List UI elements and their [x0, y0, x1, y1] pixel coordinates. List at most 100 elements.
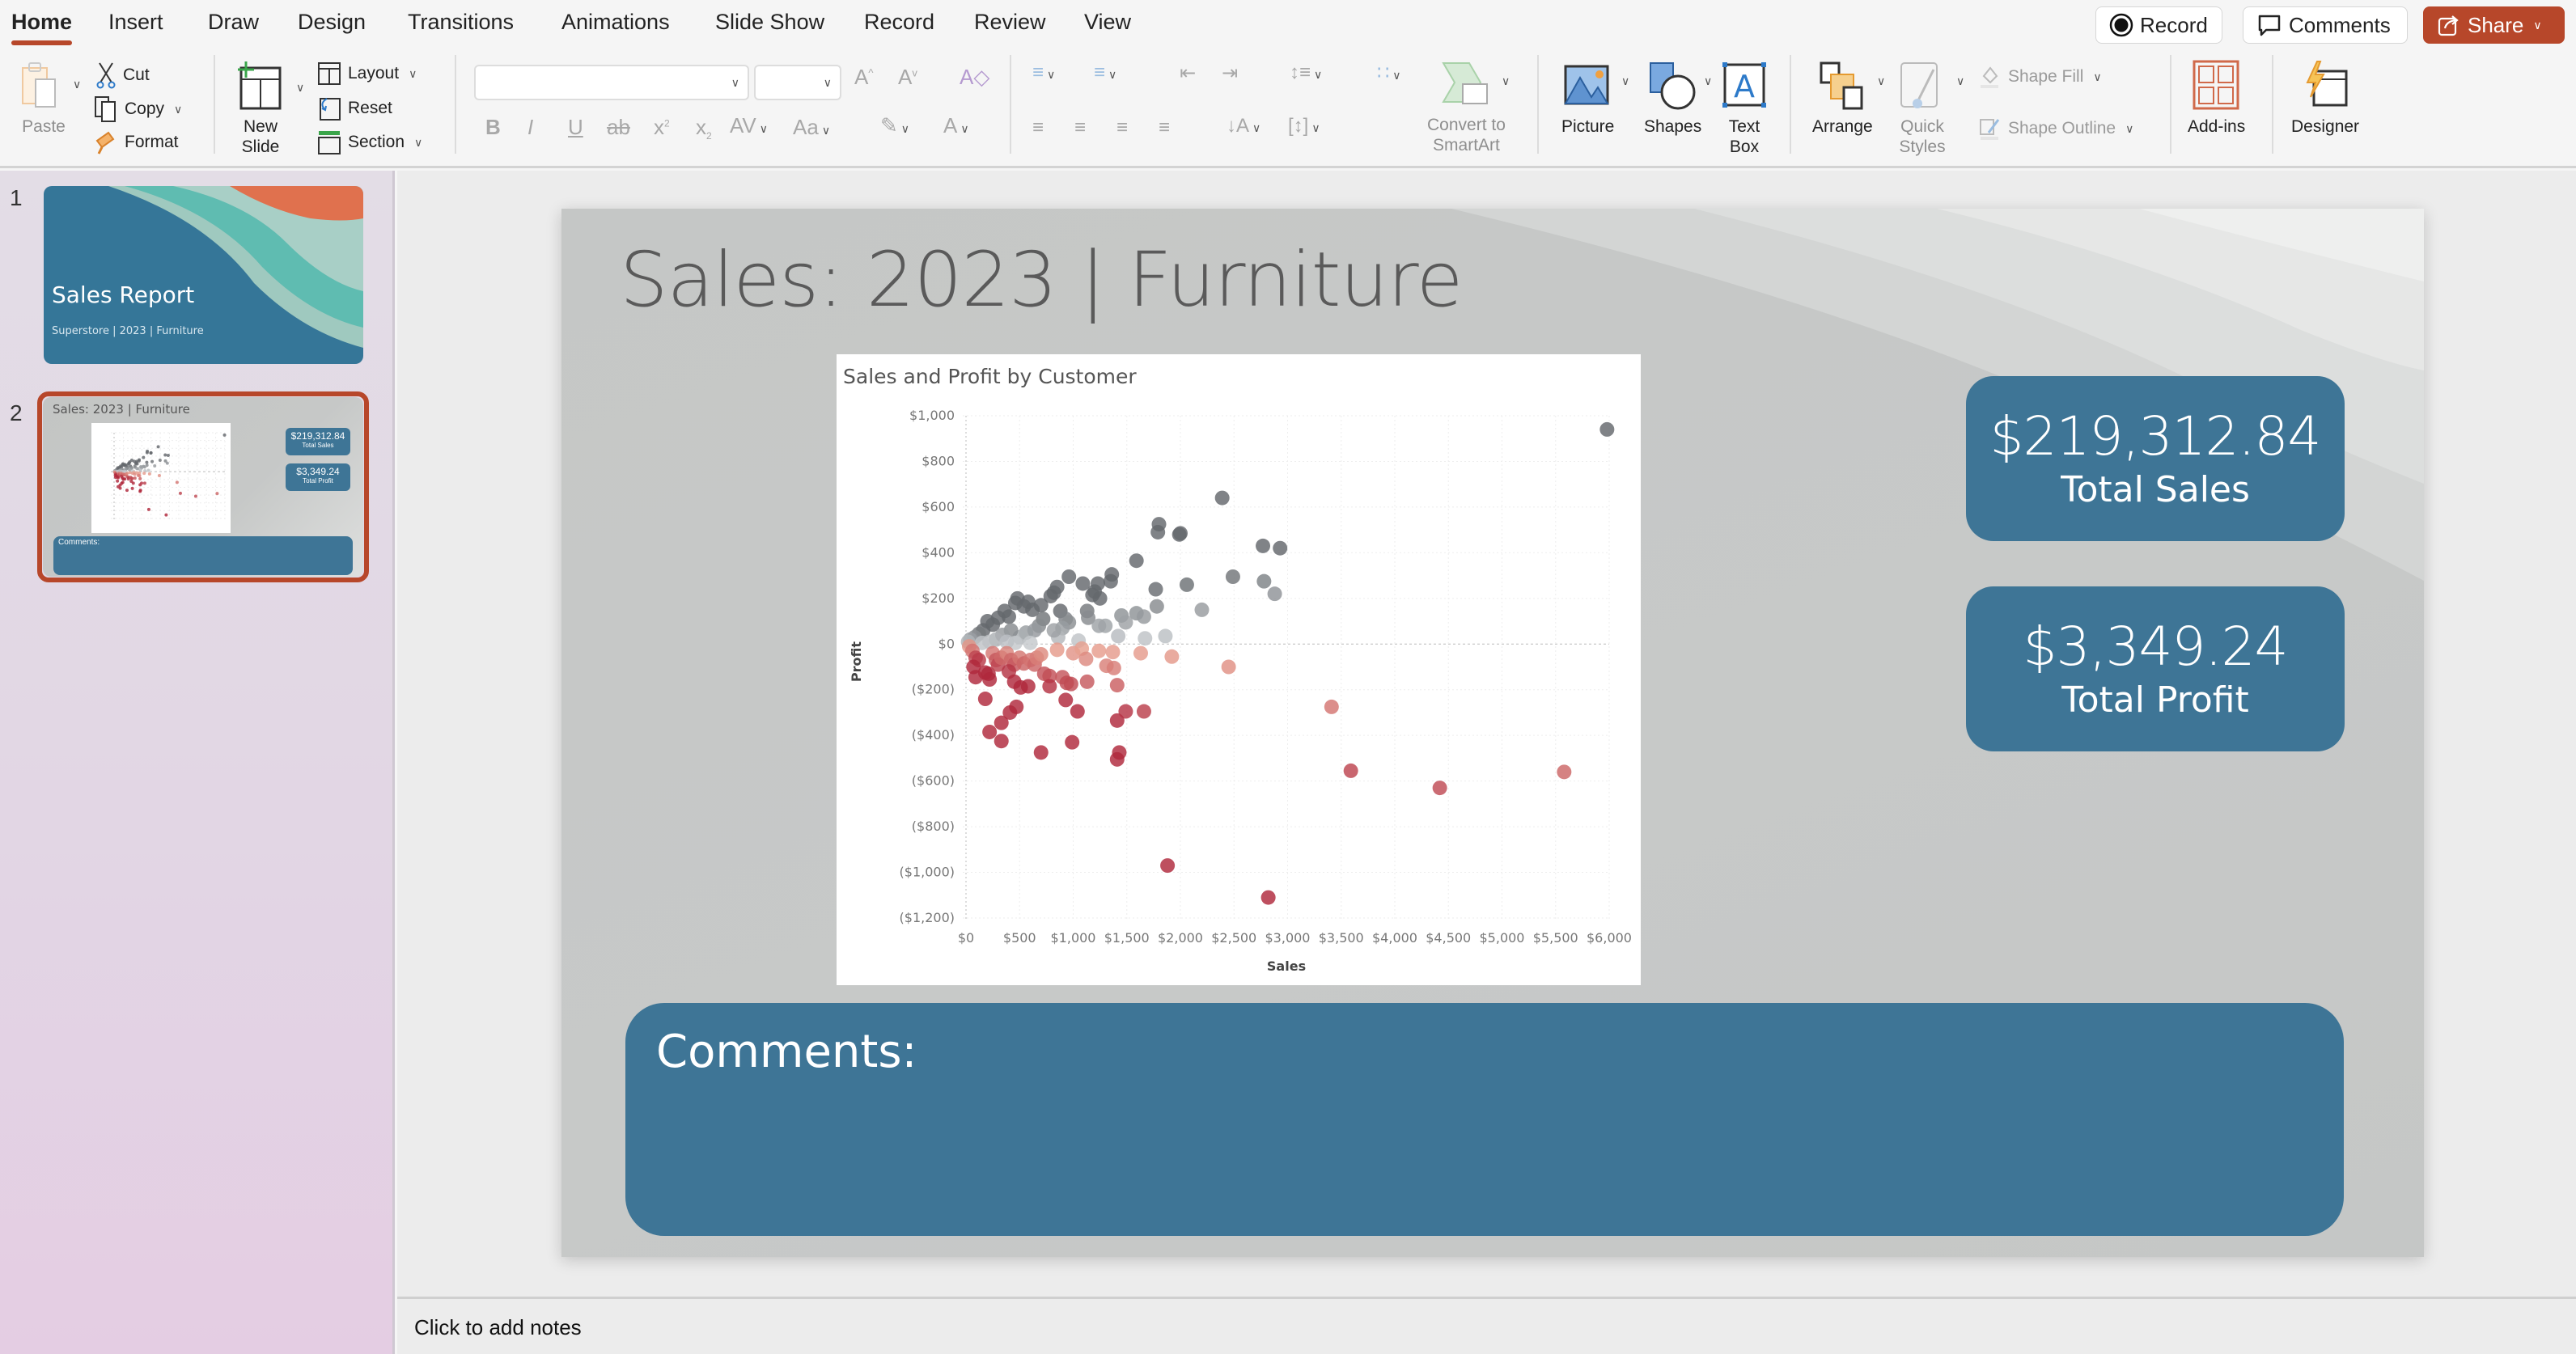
scatter-point[interactable]	[158, 458, 162, 462]
scatter-point[interactable]	[116, 479, 120, 483]
scatter-point[interactable]	[982, 672, 998, 688]
comments-button[interactable]: Comments	[2243, 6, 2408, 44]
increase-indent-icon[interactable]: ⇥	[1222, 61, 1238, 85]
scatter-point[interactable]	[138, 489, 142, 493]
comments-box[interactable]: Comments:	[625, 1003, 2344, 1236]
scatter-point[interactable]	[1106, 660, 1121, 675]
record-button[interactable]: Record	[2095, 6, 2222, 44]
scatter-point[interactable]	[178, 491, 182, 495]
scatter-point[interactable]	[1133, 645, 1148, 661]
scatter-point[interactable]	[175, 480, 179, 484]
scatter-point[interactable]	[142, 465, 146, 469]
scatter-point[interactable]	[1129, 553, 1144, 569]
line-spacing-icon[interactable]: ↕≡ ∨	[1290, 61, 1322, 84]
shape-outline-button[interactable]: Shape Outline ∨	[1979, 116, 2133, 141]
add-ins-button[interactable]: Add-ins	[2188, 60, 2245, 137]
scatter-point[interactable]	[1118, 704, 1133, 719]
decrease-font-icon[interactable]: Av	[898, 65, 917, 90]
scatter-point[interactable]	[1158, 628, 1173, 644]
scatter-point[interactable]	[164, 513, 168, 517]
scatter-point[interactable]	[142, 472, 146, 476]
scatter-point[interactable]	[146, 507, 150, 511]
text-box-button[interactable]: A Text Box	[1718, 60, 1770, 157]
quick-styles-button[interactable]: Quick Styles	[1896, 60, 1948, 157]
scatter-point[interactable]	[153, 463, 157, 468]
chevron-down-icon[interactable]: ∨	[296, 81, 304, 95]
scatter-point[interactable]	[140, 481, 144, 485]
scatter-point[interactable]	[1256, 538, 1271, 553]
scatter-point[interactable]	[1020, 679, 1036, 694]
scatter-point[interactable]	[1092, 590, 1108, 606]
align-text-icon[interactable]: [↕] ∨	[1288, 115, 1320, 138]
columns-icon[interactable]: ∷ ∨	[1377, 61, 1401, 85]
strikethrough-icon[interactable]: ab	[607, 115, 630, 140]
tab-animations[interactable]: Animations	[561, 10, 670, 35]
scatter-point[interactable]	[1058, 692, 1074, 708]
layout-button[interactable]: Layout ∨	[317, 61, 417, 86]
chevron-down-icon[interactable]: ∨	[1956, 74, 1964, 88]
scatter-point[interactable]	[1194, 602, 1210, 617]
slide-2[interactable]: Sales: 2023 | Furniture Sales and Profit…	[561, 209, 2424, 1257]
tab-review[interactable]: Review	[974, 10, 1046, 35]
scatter-point[interactable]	[133, 476, 137, 480]
paste-button[interactable]: Paste	[18, 60, 70, 137]
scatter-point[interactable]	[1105, 645, 1121, 660]
scatter-point[interactable]	[1267, 586, 1282, 602]
scatter-point[interactable]	[156, 445, 160, 449]
notes-placeholder[interactable]: Click to add notes	[414, 1315, 582, 1340]
scatter-point[interactable]	[193, 494, 197, 498]
bold-icon[interactable]: B	[485, 115, 501, 140]
scatter-point[interactable]	[1160, 858, 1176, 874]
scatter-point[interactable]	[1046, 623, 1061, 638]
scatter-point[interactable]	[142, 455, 146, 459]
text-direction-icon[interactable]: ↓A ∨	[1227, 115, 1260, 138]
scatter-point[interactable]	[1214, 490, 1230, 506]
scatter-point[interactable]	[145, 460, 149, 464]
scatter-point[interactable]	[150, 459, 155, 463]
arrange-button[interactable]: Arrange	[1812, 60, 1873, 137]
chevron-down-icon[interactable]: ∨	[1621, 74, 1629, 88]
underline-icon[interactable]: U	[568, 115, 583, 140]
chevron-down-icon[interactable]: ∨	[1704, 74, 1712, 88]
scatter-point[interactable]	[1061, 569, 1077, 585]
italic-icon[interactable]: I	[527, 115, 533, 140]
scatter-point[interactable]	[146, 468, 150, 472]
scatter-point[interactable]	[994, 734, 1009, 749]
font-size-dropdown[interactable]: ∨	[754, 65, 841, 100]
chevron-down-icon[interactable]: ∨	[73, 78, 81, 91]
scatter-point[interactable]	[145, 451, 149, 455]
scatter-point[interactable]	[135, 462, 139, 466]
scatter-point[interactable]	[1065, 734, 1080, 750]
scatter-point[interactable]	[1164, 649, 1180, 664]
tab-slide-show[interactable]: Slide Show	[715, 10, 824, 35]
scatter-point[interactable]	[131, 481, 135, 485]
scatter-chart[interactable]: Sales and Profit by Customer $1,000 $800 $…	[837, 354, 1641, 985]
scatter-point[interactable]	[1343, 763, 1358, 778]
character-spacing-icon[interactable]: AV ∨	[730, 113, 768, 138]
scatter-point[interactable]	[1150, 524, 1166, 539]
scatter-point[interactable]	[1023, 635, 1038, 650]
scatter-point[interactable]	[1109, 678, 1125, 693]
convert-smartart-button[interactable]: Convert to SmartArt	[1427, 58, 1506, 155]
kpi-total-sales[interactable]: $219,312.84 Total Sales	[1966, 376, 2345, 541]
slide-title[interactable]: Sales: 2023 | Furniture	[620, 236, 1463, 324]
reset-button[interactable]: Reset	[317, 95, 392, 121]
scatter-point[interactable]	[149, 451, 153, 455]
scatter-point[interactable]	[1148, 582, 1163, 597]
shape-fill-button[interactable]: Shape Fill ∨	[1979, 65, 2102, 89]
bullets-icon[interactable]: ≡ ∨	[1032, 61, 1055, 84]
scatter-point[interactable]	[1225, 569, 1240, 585]
chevron-down-icon[interactable]: ∨	[1502, 74, 1510, 88]
share-button[interactable]: Share ∨	[2423, 6, 2565, 44]
align-right-icon[interactable]: ≡	[1116, 116, 1128, 139]
scatter-point[interactable]	[166, 453, 170, 457]
kpi-total-profit[interactable]: $3,349.24 Total Profit	[1966, 586, 2345, 751]
scatter-point[interactable]	[977, 692, 993, 707]
picture-button[interactable]: Picture	[1561, 60, 1614, 137]
scatter-point[interactable]	[1070, 704, 1085, 719]
scatter-point[interactable]	[125, 489, 129, 493]
scatter-point[interactable]	[147, 472, 151, 476]
slide-thumbnail-2[interactable]: Sales: 2023 | Furniture $219,312.84 Tota…	[43, 397, 363, 577]
copy-button[interactable]: Copy ∨	[94, 95, 182, 123]
scatter-point[interactable]	[1260, 890, 1276, 905]
